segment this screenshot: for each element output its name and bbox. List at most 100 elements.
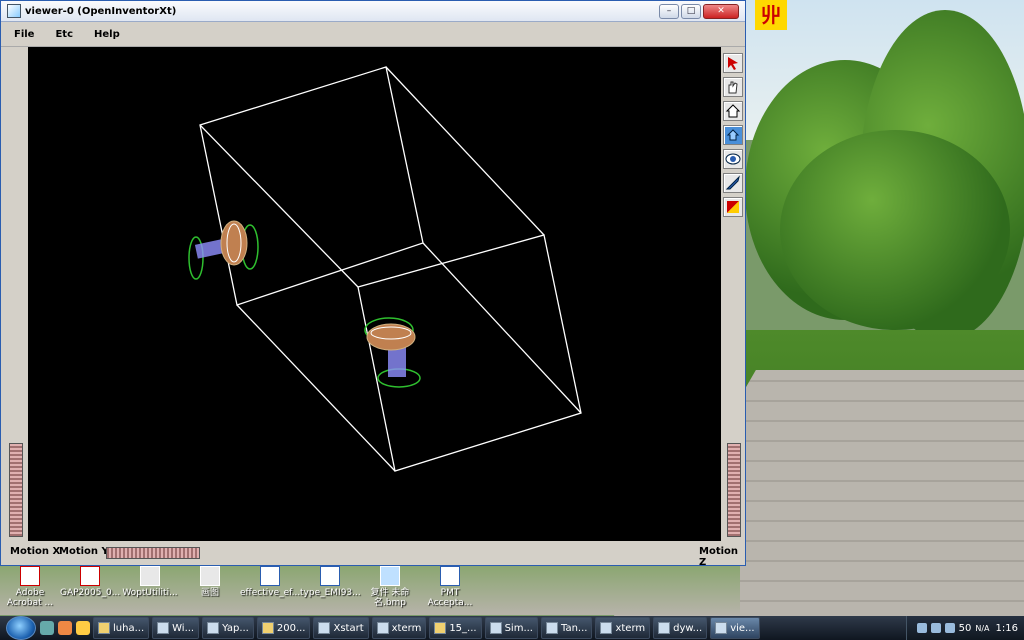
seek-icon[interactable] bbox=[723, 173, 743, 193]
taskbar-button[interactable]: Wi... bbox=[152, 617, 200, 639]
taskbar-button[interactable]: 15_... bbox=[429, 617, 482, 639]
pdf-icon bbox=[20, 566, 40, 586]
desktop-icon[interactable]: PMT Accepta... bbox=[420, 566, 480, 608]
taskbar-button-label: Wi... bbox=[172, 622, 195, 634]
desktop-icon[interactable]: Adobe Acrobat ... bbox=[0, 566, 60, 608]
hand-view-icon[interactable] bbox=[723, 77, 743, 97]
select-pointer-icon[interactable] bbox=[723, 53, 743, 73]
taskbar-button-label: xterm bbox=[391, 622, 422, 634]
close-button[interactable]: ✕ bbox=[703, 3, 739, 19]
document-icon bbox=[260, 566, 280, 586]
folder-icon bbox=[434, 622, 447, 634]
document-icon bbox=[320, 566, 340, 586]
taskbar-button[interactable]: Yap... bbox=[202, 617, 254, 639]
pmt-center-icon bbox=[364, 317, 421, 388]
document-icon bbox=[440, 566, 460, 586]
taskbar-button-label: 15_... bbox=[449, 622, 477, 634]
taskbar-button-label: vie... bbox=[730, 622, 755, 634]
app-icon bbox=[157, 622, 170, 634]
tray-status: N/A bbox=[975, 623, 990, 633]
terminal-icon bbox=[600, 622, 613, 634]
tray-security-icon[interactable] bbox=[944, 623, 955, 633]
taskbar-button-label: Yap... bbox=[222, 622, 249, 634]
tray-network-icon[interactable] bbox=[916, 623, 927, 633]
window-title: viewer-0 (OpenInventorXt) bbox=[25, 5, 177, 17]
taskbar-button-label: xterm bbox=[615, 622, 646, 634]
pmt-left-icon bbox=[188, 220, 259, 280]
app-icon bbox=[318, 622, 331, 634]
desktop-icon[interactable]: GAP2005_0... bbox=[60, 566, 120, 598]
window-app-icon bbox=[7, 4, 21, 18]
app-icon bbox=[715, 622, 728, 634]
3d-viewport[interactable] bbox=[28, 47, 721, 541]
right-toolbar bbox=[721, 47, 745, 541]
tray-value: 50 bbox=[958, 622, 972, 634]
set-home-icon[interactable] bbox=[723, 125, 743, 145]
window-titlebar[interactable]: viewer-0 (OpenInventorXt) – □ ✕ bbox=[1, 1, 745, 22]
desktop-icon-label: WoptUtiliti... bbox=[122, 588, 178, 598]
app-icon bbox=[207, 622, 220, 634]
projection-icon[interactable] bbox=[723, 197, 743, 217]
taskbar-button[interactable]: Xstart bbox=[313, 617, 369, 639]
taskbar-button[interactable]: xterm bbox=[371, 617, 427, 639]
motion-y-label: Motion Y bbox=[59, 546, 109, 557]
taskbar-button-label: 200... bbox=[276, 622, 306, 634]
system-tray: 50 N/A 1:16 bbox=[905, 616, 1024, 640]
taskbar-button-label: Sim... bbox=[504, 622, 533, 634]
desktop-icon-label: type_EMI93... bbox=[300, 588, 361, 598]
view-all-icon[interactable] bbox=[723, 149, 743, 169]
desktop-icon[interactable]: type_EMI93... bbox=[300, 566, 361, 598]
app-icon bbox=[658, 622, 671, 634]
taskbar-button-label: dyw... bbox=[673, 622, 703, 634]
motion-y-thumbwheel[interactable] bbox=[106, 547, 200, 559]
desktop-icon-label: 复件 未命名.bmp bbox=[370, 588, 410, 608]
image-icon bbox=[380, 566, 400, 586]
desktop-icon[interactable]: 画图 bbox=[180, 566, 240, 598]
maximize-button[interactable]: □ bbox=[681, 3, 701, 19]
desktop-icon-label: effective_ef... bbox=[240, 588, 301, 598]
desktop-icon[interactable]: effective_ef... bbox=[240, 566, 300, 598]
taskbar-button-label: Xstart bbox=[333, 622, 364, 634]
folder-icon bbox=[261, 622, 274, 634]
motion-z-thumbwheel[interactable] bbox=[727, 443, 741, 537]
taskbar-button-label: Tan... bbox=[560, 622, 588, 634]
desktop-icon[interactable]: 复件 未命名.bmp bbox=[360, 566, 420, 608]
motion-x-thumbwheel[interactable] bbox=[9, 443, 23, 537]
shortcut-icon bbox=[140, 566, 160, 586]
desktop-icon-label: 画图 bbox=[200, 588, 219, 598]
desktop-icon[interactable]: WoptUtiliti... bbox=[120, 566, 180, 598]
taskbar-button[interactable]: luha... bbox=[93, 617, 150, 639]
taskbar-button[interactable]: dyw... bbox=[653, 617, 708, 639]
messenger-icon[interactable] bbox=[76, 621, 90, 635]
folder-icon bbox=[98, 622, 110, 634]
taskbar-button[interactable]: Sim... bbox=[484, 617, 538, 639]
badge-icon[interactable]: 丱 bbox=[755, 0, 787, 30]
menu-help[interactable]: Help bbox=[81, 29, 128, 40]
taskbar-button[interactable]: Tan... bbox=[540, 617, 593, 639]
taskbar-button[interactable]: xterm bbox=[595, 617, 651, 639]
menu-file[interactable]: File bbox=[1, 29, 42, 40]
terminal-icon bbox=[376, 622, 389, 634]
taskbar-button[interactable]: vie... bbox=[710, 617, 760, 639]
left-panel bbox=[3, 47, 27, 541]
app-icon bbox=[489, 622, 502, 634]
paint-icon bbox=[200, 566, 220, 586]
menu-etc[interactable]: Etc bbox=[42, 29, 81, 40]
motion-z-label: Motion Z bbox=[699, 546, 739, 568]
viewer-window: viewer-0 (OpenInventorXt) – □ ✕ File Etc… bbox=[0, 0, 746, 568]
viewer-bottom-bar: Motion X Motion Y Motion Z bbox=[1, 541, 745, 568]
clock[interactable]: 1:16 bbox=[996, 623, 1018, 634]
scene-canvas bbox=[188, 66, 582, 472]
show-desktop-icon[interactable] bbox=[40, 621, 54, 635]
home-icon[interactable] bbox=[723, 101, 743, 121]
browser-icon[interactable] bbox=[58, 621, 72, 635]
taskbar-button-label: luha... bbox=[113, 622, 145, 634]
taskbar-button[interactable]: 200... bbox=[256, 617, 311, 639]
start-button[interactable] bbox=[6, 616, 36, 640]
taskbar: luha... Wi... Yap... 200... Xstart xterm 15_..… bbox=[0, 616, 1024, 640]
tray-volume-icon[interactable] bbox=[930, 623, 941, 633]
detector-box-wireframe bbox=[199, 66, 582, 472]
desktop-icon-label: PMT Accepta... bbox=[427, 588, 473, 608]
desktop-icon-label: GAP2005_0... bbox=[60, 588, 121, 598]
minimize-button[interactable]: – bbox=[659, 3, 679, 19]
